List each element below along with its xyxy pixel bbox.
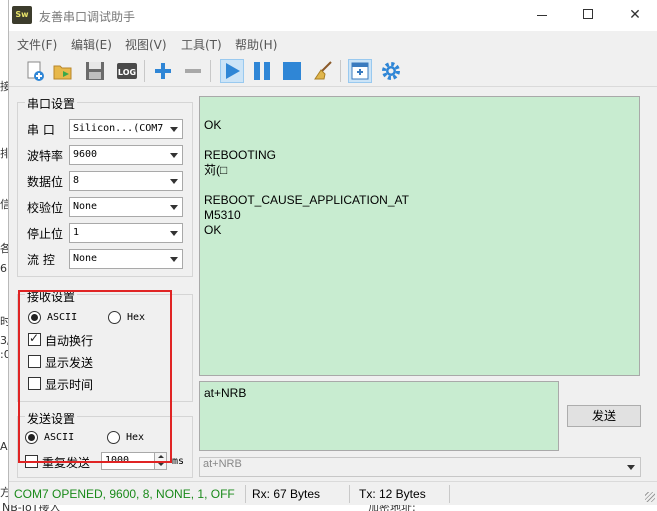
menu-edit[interactable]: 编辑(E) bbox=[71, 36, 112, 53]
receive-settings-group bbox=[17, 294, 193, 402]
databits-label: 数据位 bbox=[27, 175, 64, 189]
repeat-send-label: 重复发送 bbox=[42, 456, 91, 470]
receive-line: OK bbox=[204, 118, 222, 132]
maximize-button[interactable] bbox=[565, 0, 611, 31]
window-title: 友善串口调试助手 bbox=[39, 10, 136, 24]
repeat-send-checkbox[interactable] bbox=[25, 455, 38, 468]
show-time-checkbox[interactable] bbox=[28, 377, 41, 390]
receive-settings-title: 接收设置 bbox=[25, 288, 78, 305]
clear-broom-icon[interactable] bbox=[311, 59, 335, 83]
send-ascii-label: ASCII bbox=[44, 432, 75, 443]
add-icon[interactable] bbox=[151, 59, 175, 83]
receive-line bbox=[204, 178, 635, 193]
settings-gear-icon[interactable] bbox=[379, 59, 403, 83]
log-icon-label: LOG bbox=[118, 68, 136, 77]
minimize-icon bbox=[537, 14, 547, 16]
parity-label: 校验位 bbox=[27, 201, 64, 215]
menu-bar: 文件(F) 编辑(E) 视图(V) 工具(T) 帮助(H) bbox=[9, 31, 657, 55]
pause-icon[interactable] bbox=[250, 59, 274, 83]
receive-line bbox=[204, 103, 635, 118]
send-history-select[interactable]: at+NRB bbox=[199, 457, 641, 477]
bg-char: A bbox=[0, 440, 8, 453]
close-icon: ✕ bbox=[629, 7, 641, 23]
remove-icon[interactable] bbox=[181, 59, 205, 83]
minimize-button[interactable] bbox=[519, 0, 565, 31]
receive-line: REBOOT_CAUSE_APPLICATION_AT bbox=[204, 193, 409, 207]
title-bar[interactable]: Sw 友善串口调试助手 ✕ bbox=[9, 0, 657, 31]
chevron-down-icon bbox=[170, 205, 178, 210]
receive-line bbox=[204, 133, 635, 148]
chevron-down-icon bbox=[170, 153, 178, 158]
spin-down-icon[interactable] bbox=[154, 461, 166, 469]
receive-hex-radio[interactable] bbox=[108, 311, 121, 324]
menu-file[interactable]: 文件(F) bbox=[17, 36, 57, 53]
parity-select[interactable]: None bbox=[69, 197, 183, 217]
log-icon[interactable]: LOG bbox=[115, 59, 139, 83]
receive-line: 苅(□ bbox=[204, 163, 228, 177]
chevron-down-icon bbox=[170, 231, 178, 236]
chevron-down-icon bbox=[170, 127, 178, 132]
rx-count: Rx: 67 Bytes bbox=[252, 487, 321, 501]
baud-select[interactable]: 9600 bbox=[69, 145, 183, 165]
auto-newline-checkbox[interactable] bbox=[28, 331, 41, 346]
receive-ascii-label: ASCII bbox=[47, 312, 78, 323]
flow-select[interactable]: None bbox=[69, 249, 183, 269]
toolbar: LOG bbox=[9, 55, 657, 87]
port-select[interactable]: Silicon...(COM7 bbox=[69, 119, 183, 139]
chevron-down-icon bbox=[627, 465, 635, 470]
serial-assistant-window: Sw 友善串口调试助手 ✕ 文件(F) 编辑(E) 视图(V) 工具(T) 帮助… bbox=[8, 0, 657, 505]
new-icon[interactable] bbox=[23, 59, 47, 83]
receive-text-area[interactable]: OK REBOOTING 苅(□ REBOOT_CAUSE_APPLICATIO… bbox=[199, 96, 640, 376]
app-icon: Sw bbox=[12, 6, 32, 24]
new-window-icon[interactable] bbox=[348, 59, 372, 83]
databits-select[interactable]: 8 bbox=[69, 171, 183, 191]
resize-grip-icon[interactable] bbox=[645, 492, 655, 502]
connection-status: COM7 OPENED, 9600, 8, NONE, 1, OFF bbox=[14, 487, 235, 501]
receive-ascii-radio[interactable] bbox=[28, 311, 41, 324]
stopbits-select[interactable]: 1 bbox=[69, 223, 183, 243]
stopbits-label: 停止位 bbox=[27, 227, 64, 241]
menu-view[interactable]: 视图(V) bbox=[125, 36, 167, 53]
interval-unit-label: ms bbox=[172, 456, 185, 467]
port-label: 串 口 bbox=[27, 123, 55, 137]
send-text-area[interactable]: at+NRB bbox=[199, 381, 559, 451]
receive-line: OK bbox=[204, 223, 222, 237]
stop-icon[interactable] bbox=[280, 59, 304, 83]
menu-tools[interactable]: 工具(T) bbox=[181, 36, 222, 53]
send-hex-radio[interactable] bbox=[107, 431, 120, 444]
maximize-icon bbox=[583, 8, 593, 19]
receive-line: M5310 bbox=[204, 208, 241, 222]
repeat-interval-input[interactable]: 1000 bbox=[101, 452, 167, 470]
send-button[interactable]: 发送 bbox=[567, 405, 641, 427]
baud-label: 波特率 bbox=[27, 149, 64, 163]
send-ascii-radio[interactable] bbox=[25, 431, 38, 444]
auto-newline-label: 自动换行 bbox=[45, 334, 94, 348]
save-icon[interactable] bbox=[83, 59, 107, 83]
show-time-label: 显示时间 bbox=[45, 378, 94, 392]
show-send-checkbox[interactable] bbox=[28, 355, 41, 368]
chevron-down-icon bbox=[170, 179, 178, 184]
close-button[interactable]: ✕ bbox=[612, 0, 657, 31]
open-icon[interactable] bbox=[51, 59, 75, 83]
serial-settings-title: 串口设置 bbox=[25, 95, 78, 112]
bg-char: 6 bbox=[0, 262, 7, 275]
send-settings-title: 发送设置 bbox=[25, 410, 78, 427]
spin-up-icon[interactable] bbox=[154, 453, 166, 461]
show-send-label: 显示发送 bbox=[45, 356, 94, 370]
chevron-down-icon bbox=[170, 257, 178, 262]
receive-hex-label: Hex bbox=[127, 312, 146, 323]
status-bar: COM7 OPENED, 9600, 8, NONE, 1, OFF Rx: 6… bbox=[9, 481, 657, 505]
receive-line: REBOOTING bbox=[204, 148, 277, 162]
tx-count: Tx: 12 Bytes bbox=[359, 487, 426, 501]
flow-label: 流 控 bbox=[27, 253, 55, 267]
menu-help[interactable]: 帮助(H) bbox=[235, 36, 277, 53]
play-icon[interactable] bbox=[220, 59, 244, 83]
send-hex-label: Hex bbox=[126, 432, 145, 443]
